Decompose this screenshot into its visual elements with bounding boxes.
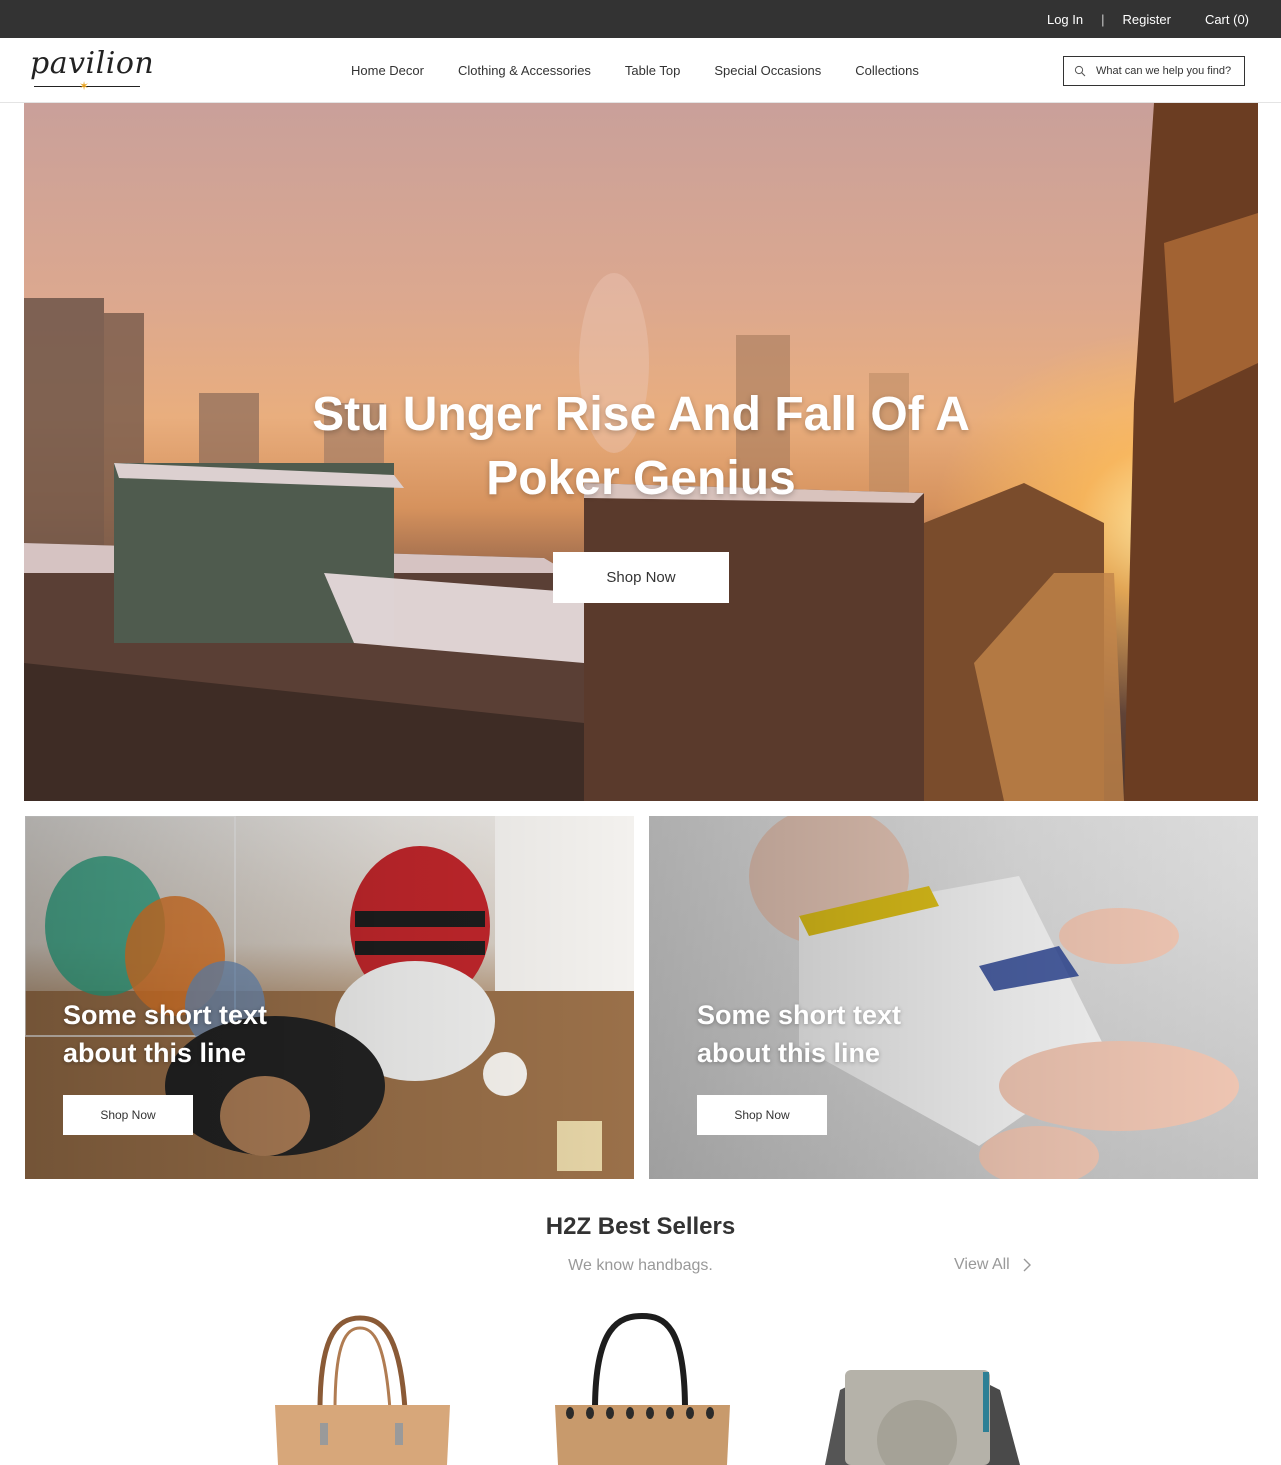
nav-item-collections[interactable]: Collections [855,63,919,78]
promo-tile-right[interactable]: Some short text about this line Shop Now [649,816,1258,1179]
nav-item-table-top[interactable]: Table Top [625,63,680,78]
best-sellers-subtitle: We know handbags. [568,1257,713,1274]
cart-link[interactable]: Cart (0) [1205,12,1249,27]
link-separator: | [1101,11,1105,27]
search-box[interactable] [1063,56,1245,86]
promo-tile-left-line2: about this line [63,1038,247,1068]
promo-tile-right-shop-now-button[interactable]: Shop Now [697,1095,827,1135]
best-sellers-title: H2Z Best Sellers [545,1213,736,1240]
product-image-laser-cut-tote[interactable] [545,1310,740,1465]
promo-tile-left-line1: Some short text [63,1000,268,1030]
star-icon: ✶ [79,79,90,93]
hero-banner: Stu Unger Rise And Fall Of A Poker Geniu… [24,103,1258,801]
search-input[interactable] [1096,65,1241,77]
nav-item-special-occasions[interactable]: Special Occasions [714,63,821,78]
promo-tile-left[interactable]: Some short text about this line Shop Now [25,816,634,1179]
promo-tile-right-line2: about this line [697,1038,881,1068]
promo-tile-left-shop-now-button[interactable]: Shop Now [63,1095,193,1135]
login-link[interactable]: Log In [1047,12,1083,27]
view-all-link[interactable]: View All [954,1256,1032,1274]
main-nav: Home Decor Clothing & Accessories Table … [334,38,936,103]
hero-title-line2: Poker Genius [486,452,796,505]
site-header: pavilion ✶ Home Decor Clothing & Accesso… [0,38,1281,103]
hero-title-line1: Stu Unger Rise And Fall Of A [312,388,970,441]
product-image-tan-tote[interactable] [265,1310,460,1465]
hero-title: Stu Unger Rise And Fall Of A Poker Geniu… [24,383,1258,511]
register-link[interactable]: Register [1123,12,1171,27]
nav-item-home-decor[interactable]: Home Decor [351,63,424,78]
view-all-label: View All [954,1256,1010,1273]
promo-tile-left-text: Some short text about this line [63,996,363,1072]
top-utility-bar: Log In | Register Cart (0) [0,0,1281,38]
promo-tile-right-line1: Some short text [697,1000,902,1030]
chevron-right-icon [1023,1258,1031,1272]
account-links: Log In | Register Cart (0) [1047,0,1249,38]
logo-wordmark: pavilion [30,46,155,81]
site-logo[interactable]: pavilion ✶ [30,46,154,96]
product-image-gray-crossbody[interactable] [805,1310,1040,1465]
search-icon[interactable] [1074,65,1086,77]
promo-tile-right-text: Some short text about this line [697,996,997,1072]
nav-item-clothing-accessories[interactable]: Clothing & Accessories [458,63,591,78]
hero-shop-now-button[interactable]: Shop Now [553,552,729,603]
